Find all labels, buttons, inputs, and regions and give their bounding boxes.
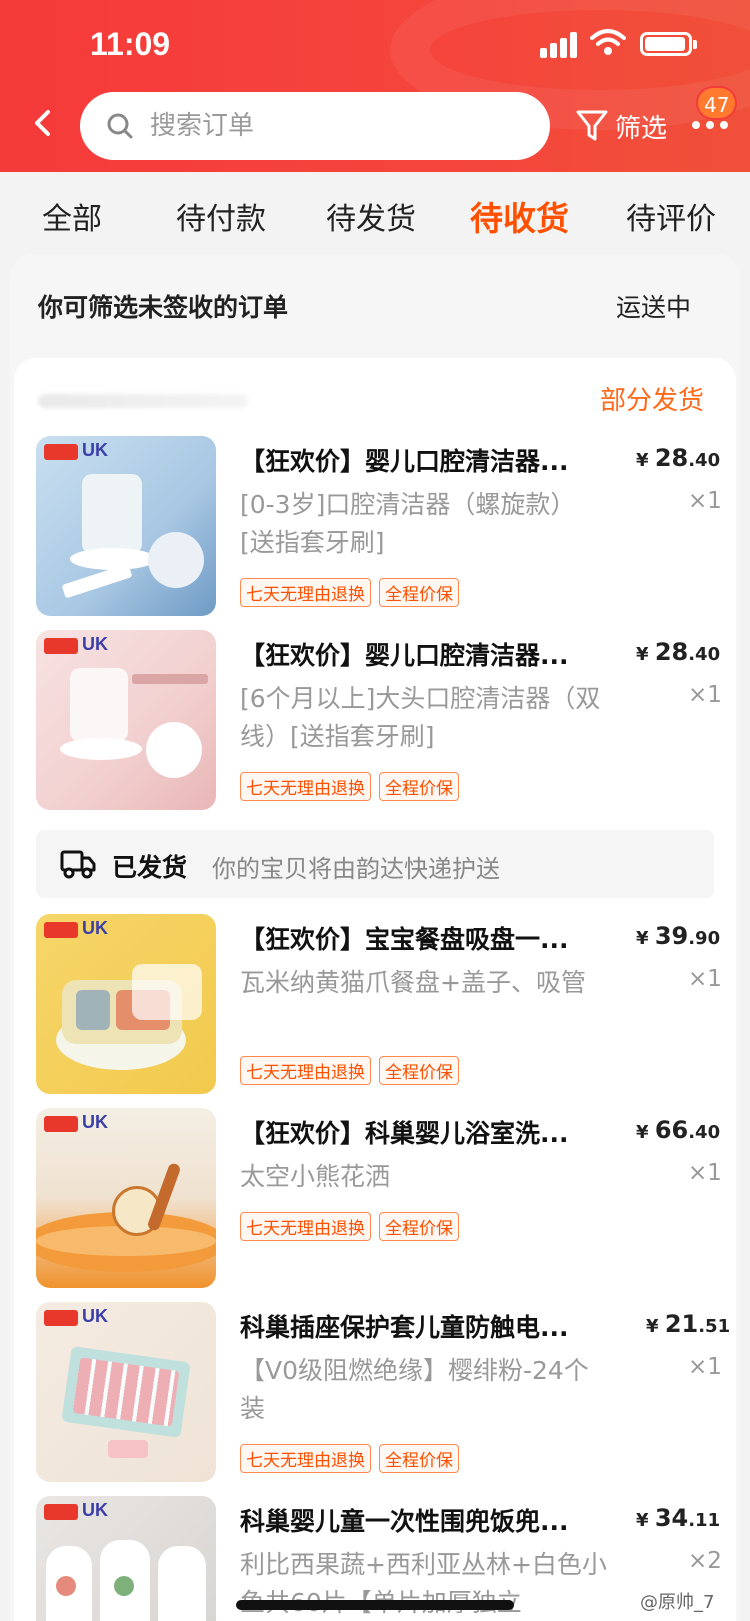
tag-return: 七天无理由退换	[240, 578, 371, 607]
shop-name-blurred	[38, 394, 248, 408]
item-spec: 【V0级阻燃绝缘】樱绯粉-24个装	[240, 1356, 589, 1423]
filter-hint-text: 你可筛选未签收的订单	[38, 293, 289, 322]
search-input[interactable]	[150, 104, 530, 148]
product-image: UK	[36, 1108, 216, 1288]
item-price: ¥ 28.40	[636, 638, 721, 666]
filter-in-transit[interactable]: 运送中	[616, 288, 691, 324]
item-price: ¥ 39.90	[636, 922, 721, 950]
order-status: 部分发货	[600, 386, 705, 416]
item-quantity: ×1	[688, 1160, 722, 1186]
tag-price-protection: 全程价保	[379, 772, 459, 801]
status-bar: 11:09	[0, 0, 750, 86]
back-icon[interactable]	[28, 108, 58, 138]
filter-icon	[576, 110, 608, 141]
item-tags: 七天无理由退换 全程价保	[240, 1056, 459, 1085]
status-time: 11:09	[90, 26, 171, 62]
search-bar[interactable]	[80, 92, 550, 160]
tab-pending-shipment[interactable]: 待发货	[326, 194, 416, 238]
tag-return: 七天无理由退换	[240, 772, 371, 801]
item-quantity: ×1	[688, 682, 722, 708]
item-price: ¥ 34.11	[636, 1504, 721, 1532]
item-title[interactable]: 【狂欢价】婴儿口腔清洁器...	[240, 442, 610, 478]
product-image: UK	[36, 1496, 216, 1621]
item-title[interactable]: 【狂欢价】宝宝餐盘吸盘一...	[240, 920, 610, 956]
tag-price-protection: 全程价保	[379, 578, 459, 607]
product-image: UK	[36, 436, 216, 616]
tab-pending-review[interactable]: 待评价	[626, 194, 716, 238]
truck-icon	[60, 850, 96, 879]
tab-pending-payment[interactable]: 待付款	[176, 194, 266, 238]
item-title[interactable]: 【狂欢价】婴儿口腔清洁器...	[240, 636, 610, 672]
item-tags: 七天无理由退换 全程价保	[240, 578, 459, 607]
product-image: UK	[36, 1302, 216, 1482]
product-image: UK	[36, 630, 216, 810]
item-tags: 七天无理由退换 全程价保	[240, 1444, 459, 1473]
item-spec: 太空小熊花洒	[240, 1162, 391, 1191]
item-tags: 七天无理由退换 全程价保	[240, 1212, 459, 1241]
item-price: ¥ 66.40	[636, 1116, 721, 1144]
item-spec: [0-3岁]口腔清洁器（螺旋款）[送指套牙刷]	[240, 490, 576, 557]
header: 11:09 筛选 47	[0, 0, 750, 172]
shipping-description: 你的宝贝将由韵达快递护送	[212, 855, 500, 883]
item-price: ¥ 28.40	[636, 444, 721, 472]
home-indicator[interactable]	[236, 1600, 514, 1610]
tab-all[interactable]: 全部	[42, 194, 102, 238]
filter-label: 筛选	[615, 113, 668, 144]
item-spec: 瓦米纳黄猫爪餐盘+盖子、吸管	[240, 968, 586, 997]
tag-price-protection: 全程价保	[379, 1212, 459, 1241]
item-title[interactable]: 科巢插座保护套儿童防触电...	[240, 1308, 610, 1344]
search-icon	[107, 113, 133, 139]
item-title[interactable]: 科巢婴儿童一次性围兜饭兜...	[240, 1502, 610, 1538]
shipped-label: 已发货	[112, 853, 188, 882]
item-tags: 七天无理由退换 全程价保	[240, 772, 459, 801]
message-badge: 47	[696, 86, 738, 120]
tag-price-protection: 全程价保	[379, 1444, 459, 1473]
watermark: @原帅_7	[640, 1592, 715, 1613]
product-image: UK	[36, 914, 216, 1094]
tag-return: 七天无理由退换	[240, 1444, 371, 1473]
tab-pending-receipt[interactable]: 待收货	[470, 192, 569, 240]
order-tabs: 全部 待付款 待发货 待收货 待评价	[0, 172, 750, 256]
item-spec: [6个月以上]大头口腔清洁器（双线）[送指套牙刷]	[240, 684, 601, 751]
item-quantity: ×1	[688, 488, 722, 514]
tag-return: 七天无理由退换	[240, 1212, 371, 1241]
tag-return: 七天无理由退换	[240, 1056, 371, 1085]
shipping-info-bar[interactable]: 已发货 你的宝贝将由韵达快递护送	[36, 830, 714, 898]
signal-icon	[540, 30, 580, 58]
item-quantity: ×2	[688, 1548, 722, 1574]
tag-price-protection: 全程价保	[379, 1056, 459, 1085]
item-title[interactable]: 【狂欢价】科巢婴儿浴室洗...	[240, 1114, 610, 1150]
filter-button[interactable]: 筛选	[575, 104, 667, 148]
item-price: ¥ 21.51	[646, 1310, 731, 1338]
item-quantity: ×1	[688, 1354, 722, 1380]
item-quantity: ×1	[688, 966, 722, 992]
battery-icon	[640, 32, 697, 56]
wifi-icon	[590, 29, 626, 55]
